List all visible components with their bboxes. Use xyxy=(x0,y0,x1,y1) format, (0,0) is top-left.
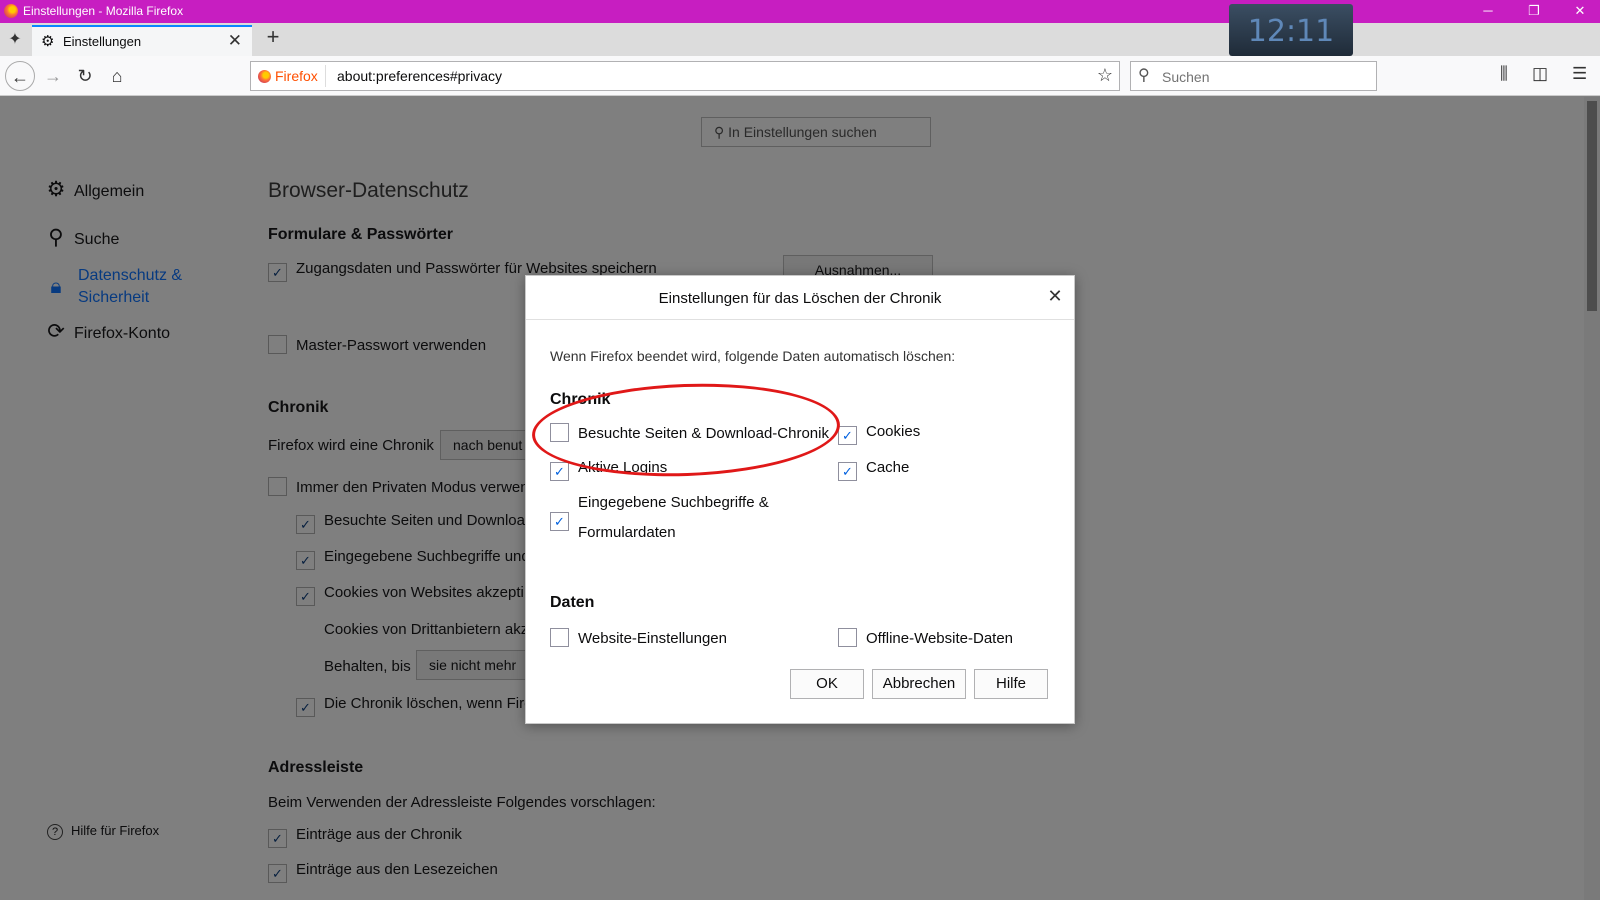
master-password-checkbox[interactable]: Master-Passwort verwenden xyxy=(268,335,486,354)
cancel-button[interactable]: Abbrechen xyxy=(872,669,966,699)
bookmark-entries-checkbox[interactable]: ✓ Einträge aus den Lesezeichen xyxy=(268,861,498,883)
sidebar-icon[interactable]: ◫ xyxy=(1532,64,1548,84)
site-settings-checkbox[interactable]: Website-Einstellungen xyxy=(550,628,727,647)
search-icon: ⚲ xyxy=(48,226,64,249)
identity-label: Firefox xyxy=(275,68,318,84)
search-icon: ⚲ xyxy=(1138,67,1150,84)
puzzle-icon[interactable]: ✦ xyxy=(5,29,25,49)
address-suggest-label: Beim Verwenden der Adressleiste Folgende… xyxy=(268,794,656,811)
checkbox[interactable]: ✓ xyxy=(838,462,857,481)
checkbox[interactable]: ✓ xyxy=(550,462,569,481)
help-link[interactable]: ? Hilfe für Firefox xyxy=(47,823,159,840)
checkbox[interactable] xyxy=(550,628,569,647)
checkbox[interactable]: ✓ xyxy=(268,263,287,282)
cookies-checkbox[interactable]: ✓ Cookies xyxy=(838,423,920,445)
close-icon[interactable]: ✕ xyxy=(1044,286,1066,307)
restore-button[interactable]: ❐ xyxy=(1511,0,1557,23)
nav-item-datenschutz[interactable]: 🔒︎ Datenschutz & Sicherheit xyxy=(44,267,182,307)
checkbox[interactable]: ✓ xyxy=(296,515,315,534)
checkbox[interactable] xyxy=(550,423,569,442)
checkbox[interactable] xyxy=(268,335,287,354)
checkbox[interactable]: ✓ xyxy=(550,512,569,531)
library-icon[interactable]: ⫼ xyxy=(1500,64,1508,84)
history-section-heading: Chronik xyxy=(268,399,329,416)
preferences-search-input[interactable]: ⚲ In Einstellungen suchen xyxy=(701,117,931,147)
reload-button[interactable]: ↻ xyxy=(70,61,100,91)
close-window-button[interactable]: ✕ xyxy=(1557,0,1600,23)
gear-icon: ⚙ xyxy=(46,178,66,201)
tab-einstellungen[interactable]: ⚙ Einstellungen ✕ xyxy=(32,25,252,56)
cache-checkbox[interactable]: ✓ Cache xyxy=(838,459,909,481)
clock-widget: 12:11 xyxy=(1229,4,1353,56)
menu-icon[interactable]: ☰ xyxy=(1572,64,1587,84)
minimize-button[interactable]: ─ xyxy=(1465,0,1511,23)
sync-icon: ⟳ xyxy=(47,320,65,343)
keep-until-label: Behalten, bis xyxy=(324,658,411,675)
dialog-title: Einstellungen für das Löschen der Chroni… xyxy=(658,290,942,307)
search-placeholder: Suchen xyxy=(1162,69,1210,85)
home-button[interactable]: ⌂ xyxy=(102,61,132,91)
active-logins-checkbox[interactable]: ✓ Aktive Logins xyxy=(550,459,667,481)
offline-website-data-checkbox[interactable]: Offline-Website-Daten xyxy=(838,628,1013,647)
url-separator xyxy=(325,65,326,87)
visited-pages-checkbox[interactable]: ✓ Besuchte Seiten und Downloa xyxy=(296,512,525,534)
window-title: Einstellungen - Mozilla Firefox xyxy=(23,4,184,18)
clear-on-close-checkbox[interactable]: ✓ Die Chronik löschen, wenn Fire xyxy=(296,695,532,717)
close-tab-icon[interactable]: ✕ xyxy=(228,31,242,51)
checkbox[interactable]: ✓ xyxy=(268,864,287,883)
forms-section-heading: Formulare & Passwörter xyxy=(268,226,453,243)
checkbox[interactable]: ✓ xyxy=(296,551,315,570)
clear-history-settings-dialog: Einstellungen für das Löschen der Chroni… xyxy=(525,275,1075,724)
ok-button[interactable]: OK xyxy=(790,669,864,699)
checkbox[interactable]: ✓ xyxy=(296,587,315,606)
help-button[interactable]: Hilfe xyxy=(974,669,1048,699)
gear-icon: ⚙ xyxy=(41,33,55,50)
checkbox[interactable] xyxy=(268,477,287,496)
url-text[interactable]: about:preferences#privacy xyxy=(337,68,502,84)
search-form-checkbox[interactable]: ✓ Eingegebene Suchbegriffe und xyxy=(296,548,530,570)
dialog-history-heading: Chronik xyxy=(550,391,611,408)
form-search-history-checkbox[interactable]: ✓ xyxy=(550,509,578,531)
firefox-logo-icon xyxy=(4,4,18,18)
tab-label: Einstellungen xyxy=(63,34,142,49)
form-search-history-label-line2: Formulardaten xyxy=(578,524,676,541)
dialog-header: Einstellungen für das Löschen der Chroni… xyxy=(526,276,1074,320)
search-bar[interactable]: ⚲ Suchen xyxy=(1130,61,1377,91)
nav-item-suche[interactable]: ⚲ Suche xyxy=(44,225,119,250)
identity-badge[interactable]: Firefox xyxy=(258,68,318,84)
window-titlebar: Einstellungen - Mozilla Firefox ─ ❐ ✕ xyxy=(0,0,1600,23)
visited-pages-download-checkbox[interactable]: Besuchte Seiten & Download-Chronik xyxy=(550,423,829,442)
dialog-intro: Wenn Firefox beendet wird, folgende Date… xyxy=(550,348,956,364)
checkbox[interactable]: ✓ xyxy=(268,829,287,848)
nav-item-firefox-konto[interactable]: ⟳ Firefox-Konto xyxy=(44,319,170,344)
form-search-history-label-line1: Eingegebene Suchbegriffe & xyxy=(578,494,769,511)
navigation-toolbar: ← → ↻ ⌂ Firefox about:preferences#privac… xyxy=(0,56,1600,96)
firefox-logo-icon xyxy=(258,70,271,83)
history-mode-label: Firefox wird eine Chronik xyxy=(268,437,434,454)
checkbox[interactable]: ✓ xyxy=(838,426,857,445)
accept-cookies-checkbox[interactable]: ✓ Cookies von Websites akzepti xyxy=(296,584,524,606)
help-icon: ? xyxy=(47,824,63,840)
tab-strip: ✦ ⚙ Einstellungen ✕ + xyxy=(0,23,1600,56)
lock-icon: 🔒︎ xyxy=(50,275,62,298)
address-bar-section-heading: Adressleiste xyxy=(268,759,364,776)
forward-button[interactable]: → xyxy=(38,61,68,91)
page-title: Browser-Datenschutz xyxy=(268,179,469,202)
nav-item-allgemein[interactable]: ⚙ Allgemein xyxy=(44,177,145,202)
private-mode-checkbox[interactable]: Immer den Privaten Modus verwen xyxy=(268,477,529,496)
bookmark-star-icon[interactable]: ☆ xyxy=(1097,65,1113,86)
history-entries-checkbox[interactable]: ✓ Einträge aus der Chronik xyxy=(268,826,462,848)
scrollbar-thumb[interactable] xyxy=(1587,101,1597,311)
back-button[interactable]: ← xyxy=(5,61,35,91)
checkbox[interactable] xyxy=(838,628,857,647)
dialog-data-heading: Daten xyxy=(550,594,595,611)
page-scrollbar[interactable] xyxy=(1584,97,1600,900)
checkbox[interactable]: ✓ xyxy=(296,698,315,717)
third-party-cookies-label: Cookies von Drittanbietern akz xyxy=(324,621,529,638)
url-bar[interactable]: Firefox about:preferences#privacy ☆ xyxy=(250,61,1120,91)
new-tab-button[interactable]: + xyxy=(262,24,284,50)
preferences-search-placeholder: ⚲ In Einstellungen suchen xyxy=(714,124,877,140)
